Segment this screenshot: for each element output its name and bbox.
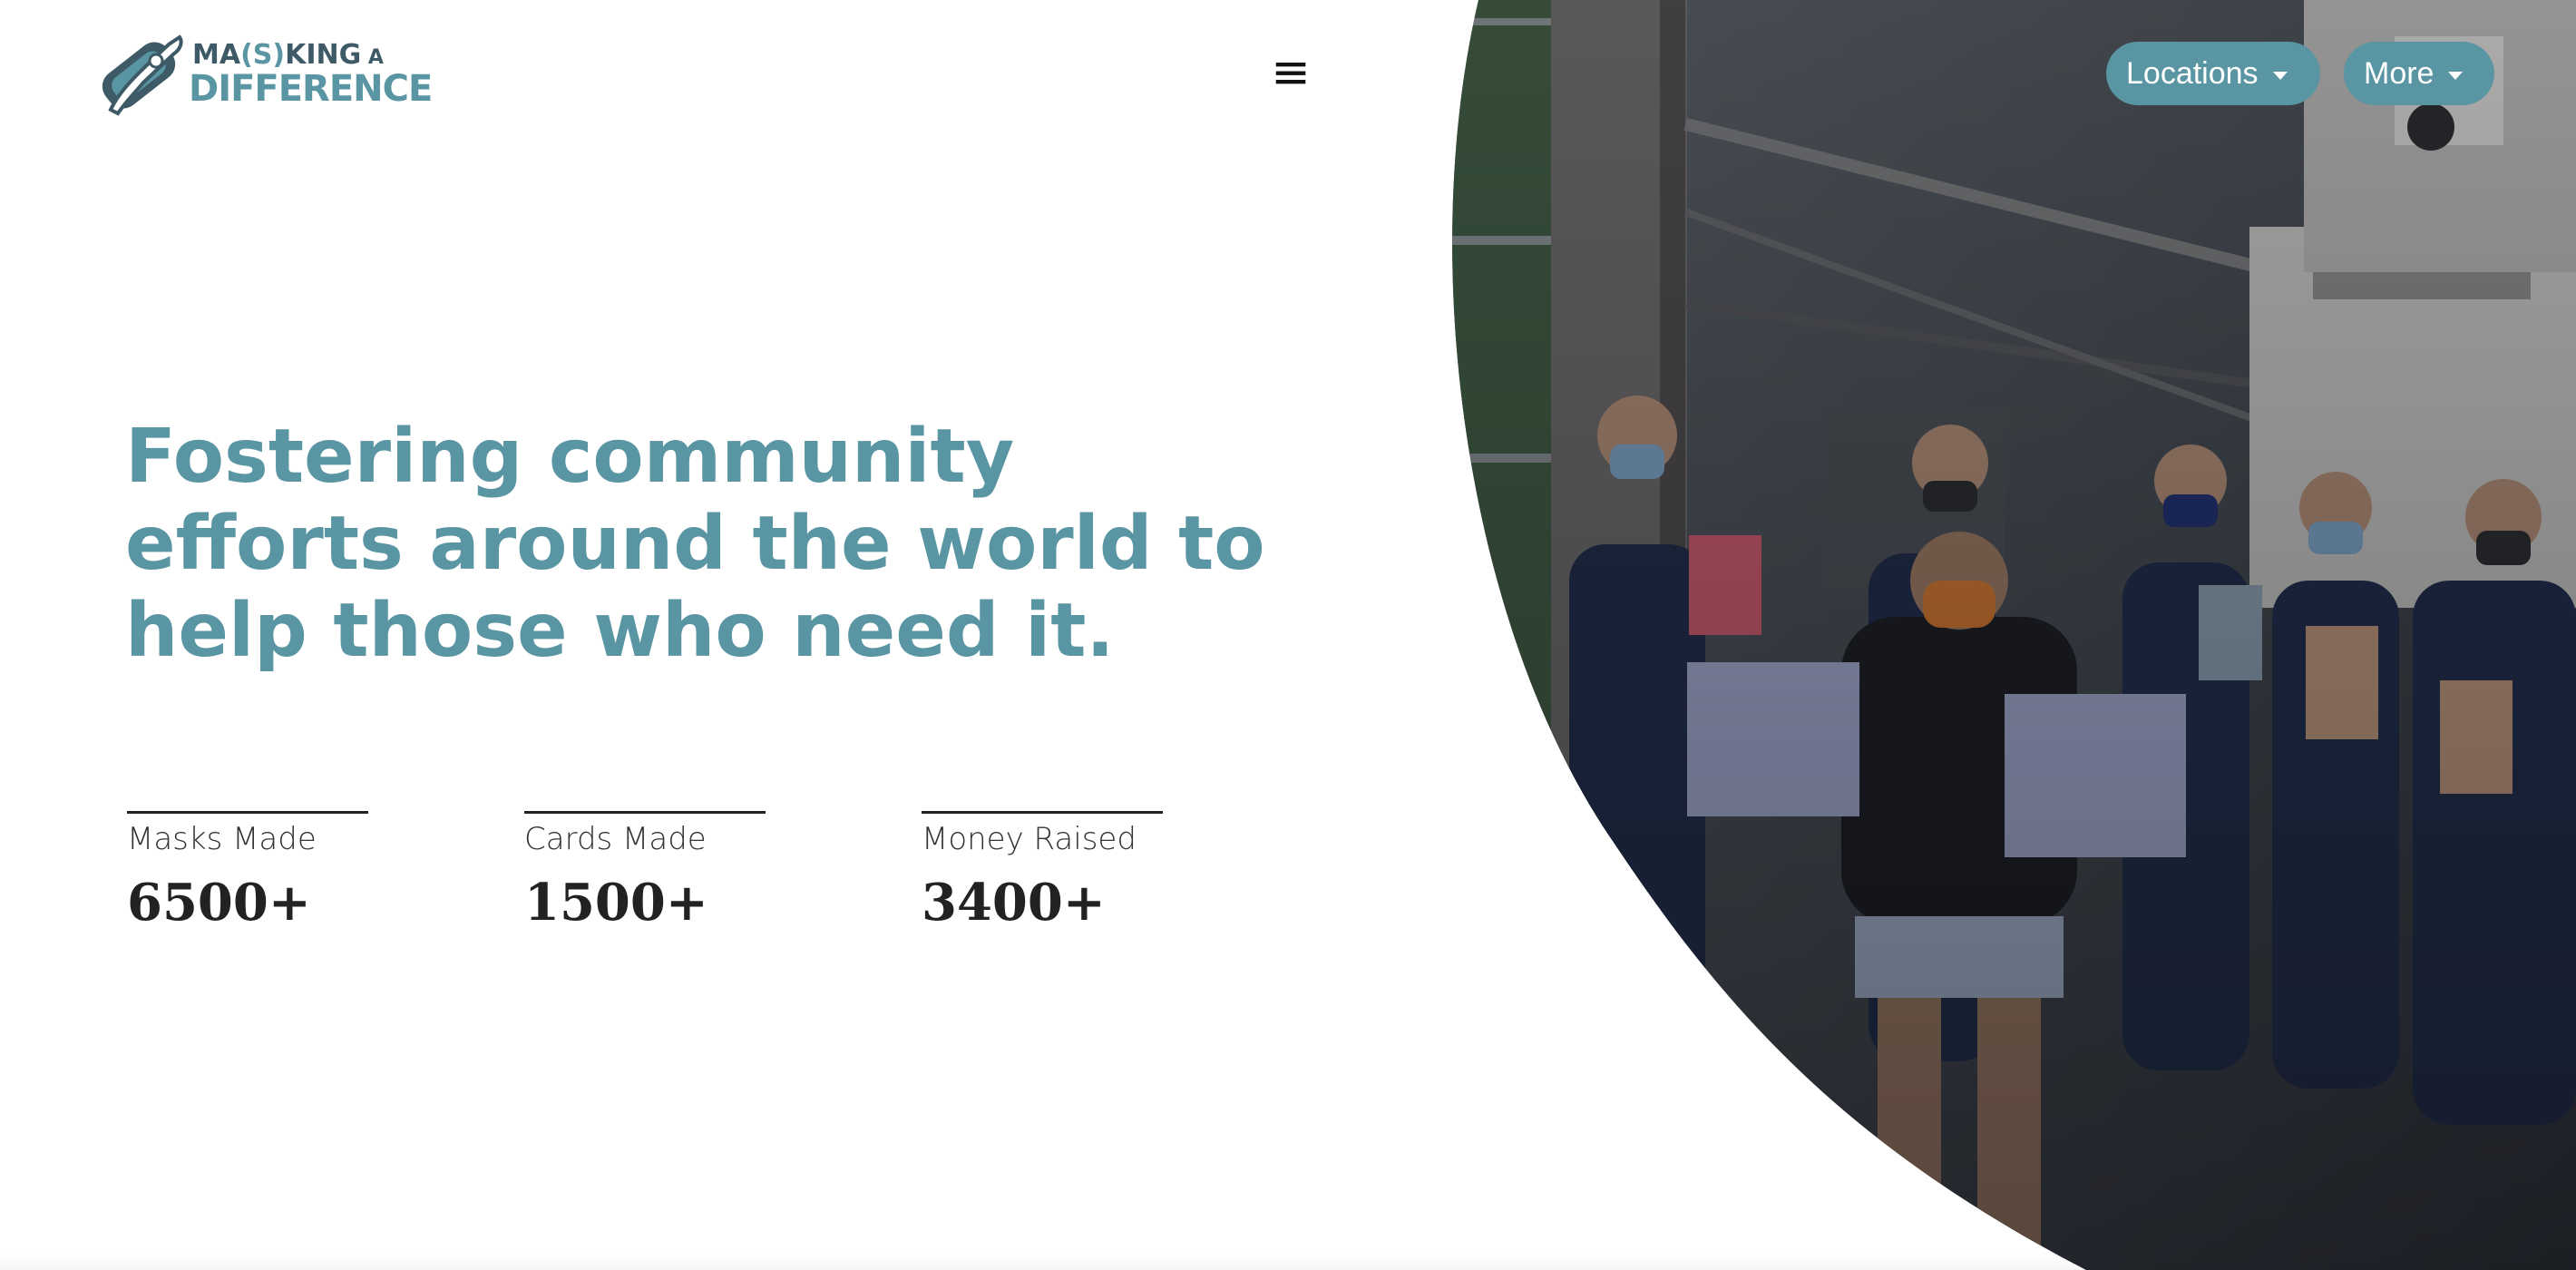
logo-wordmark-top: MA(S)KING A (192, 39, 384, 71)
site-logo[interactable]: MA(S)KING A DIFFERENCE (93, 25, 433, 123)
stat-divider (524, 811, 766, 814)
stat-masks-made: Masks Made 6500+ (127, 811, 399, 932)
locations-label: Locations (2126, 55, 2259, 91)
hamburger-menu-button[interactable]: ≡ (1270, 45, 1312, 100)
stat-divider (127, 811, 368, 814)
logo-wordmark-bottom: DIFFERENCE (189, 68, 433, 110)
stat-value: 1500+ (524, 873, 708, 933)
stat-label: Masks Made (127, 821, 317, 857)
page: MA(S)KING A DIFFERENCE ≡ Locations More … (0, 0, 2576, 1270)
stat-value: 6500+ (127, 873, 311, 933)
stat-value: 3400+ (922, 873, 1106, 933)
more-dropdown-button[interactable]: More (2344, 42, 2494, 105)
top-nav: Locations More (2106, 42, 2494, 105)
chevron-down-icon (2272, 71, 2288, 80)
hamburger-icon: ≡ (1271, 45, 1311, 100)
bottom-shadow (0, 1252, 2576, 1270)
locations-dropdown-button[interactable]: Locations (2106, 42, 2320, 105)
hero-photo (1451, 0, 2576, 1270)
hero-headline: Fostering community efforts around the w… (125, 414, 1265, 674)
stat-money-raised: Money Raised 3400+ (922, 811, 1194, 932)
more-label: More (2364, 55, 2435, 91)
logo-mask-hands-icon (102, 34, 183, 116)
stat-divider (922, 811, 1163, 814)
stat-label: Money Raised (922, 821, 1137, 857)
stat-cards-made: Cards Made 1500+ (524, 811, 796, 932)
stat-label: Cards Made (524, 821, 707, 857)
chevron-down-icon (2448, 71, 2464, 80)
